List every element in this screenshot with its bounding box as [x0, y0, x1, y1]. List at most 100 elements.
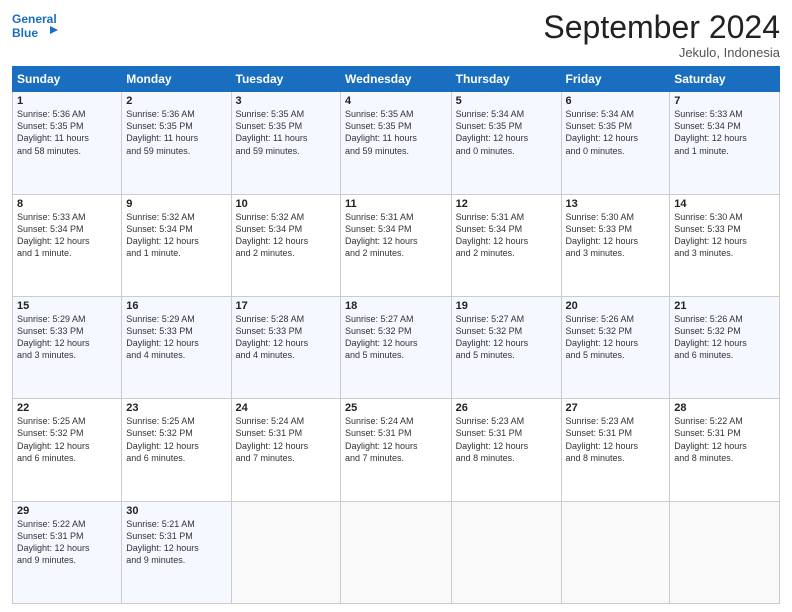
day-info: Sunrise: 5:36 AM Sunset: 5:35 PM Dayligh…	[126, 108, 226, 157]
day-info: Sunrise: 5:31 AM Sunset: 5:34 PM Dayligh…	[345, 211, 447, 260]
day-cell: 3Sunrise: 5:35 AM Sunset: 5:35 PM Daylig…	[231, 92, 340, 194]
day-info: Sunrise: 5:23 AM Sunset: 5:31 PM Dayligh…	[456, 415, 557, 464]
day-cell: 17Sunrise: 5:28 AM Sunset: 5:33 PM Dayli…	[231, 296, 340, 398]
day-cell: 9Sunrise: 5:32 AM Sunset: 5:34 PM Daylig…	[122, 194, 231, 296]
day-cell: 7Sunrise: 5:33 AM Sunset: 5:34 PM Daylig…	[670, 92, 780, 194]
week-row-4: 22 Sunrise: 5:25 AM Sunset: 5:32 PM Dayli…	[13, 399, 780, 501]
calendar-table: SundayMondayTuesdayWednesdayThursdayFrid…	[12, 66, 780, 604]
day-number: 15	[17, 300, 117, 312]
svg-text:Blue: Blue	[12, 26, 38, 40]
day-number: 20	[566, 300, 666, 312]
day-info: Sunrise: 5:26 AM Sunset: 5:32 PM Dayligh…	[566, 313, 666, 362]
day-info: Sunrise: 5:24 AM Sunset: 5:31 PM Dayligh…	[345, 415, 447, 464]
day-cell: 18Sunrise: 5:27 AM Sunset: 5:32 PM Dayli…	[341, 296, 452, 398]
location: Jekulo, Indonesia	[543, 45, 780, 60]
day-info: Sunrise: 5:22 AM Sunset: 5:31 PM Dayligh…	[17, 518, 117, 567]
day-cell: 16Sunrise: 5:29 AM Sunset: 5:33 PM Dayli…	[122, 296, 231, 398]
day-number: 30	[126, 505, 226, 517]
day-number: 22	[17, 402, 117, 414]
day-cell	[670, 501, 780, 603]
day-info: Sunrise: 5:31 AM Sunset: 5:34 PM Dayligh…	[456, 211, 557, 260]
day-cell: 1Sunrise: 5:36 AM Sunset: 5:35 PM Daylig…	[13, 92, 122, 194]
weekday-header-row: SundayMondayTuesdayWednesdayThursdayFrid…	[13, 67, 780, 92]
day-cell: 21Sunrise: 5:26 AM Sunset: 5:32 PM Dayli…	[670, 296, 780, 398]
day-number: 10	[236, 198, 336, 210]
month-title: September 2024	[543, 10, 780, 45]
day-info: Sunrise: 5:33 AM Sunset: 5:34 PM Dayligh…	[17, 211, 117, 260]
day-number: 29	[17, 505, 117, 517]
day-cell: 22Sunrise: 5:25 AM Sunset: 5:32 PM Dayli…	[13, 399, 122, 501]
day-cell: 13Sunrise: 5:30 AM Sunset: 5:33 PM Dayli…	[561, 194, 670, 296]
day-cell: 25Sunrise: 5:24 AM Sunset: 5:31 PM Dayli…	[341, 399, 452, 501]
day-info: Sunrise: 5:34 AM Sunset: 5:35 PM Dayligh…	[566, 108, 666, 157]
day-cell	[341, 501, 452, 603]
day-cell	[231, 501, 340, 603]
header: General Blue September 2024 Jekulo, Indo…	[12, 10, 780, 60]
day-cell: 10Sunrise: 5:32 AM Sunset: 5:34 PM Dayli…	[231, 194, 340, 296]
day-number: 13	[566, 198, 666, 210]
day-number: 1	[17, 95, 117, 107]
week-row-5: 29Sunrise: 5:22 AM Sunset: 5:31 PM Dayli…	[13, 501, 780, 603]
weekday-monday: Monday	[122, 67, 231, 92]
day-number: 14	[674, 198, 775, 210]
week-row-3: 15Sunrise: 5:29 AM Sunset: 5:33 PM Dayli…	[13, 296, 780, 398]
day-cell: 28Sunrise: 5:22 AM Sunset: 5:31 PM Dayli…	[670, 399, 780, 501]
day-info: Sunrise: 5:26 AM Sunset: 5:32 PM Dayligh…	[674, 313, 775, 362]
day-info: Sunrise: 5:35 AM Sunset: 5:35 PM Dayligh…	[236, 108, 336, 157]
weekday-sunday: Sunday	[13, 67, 122, 92]
day-number: 4	[345, 95, 447, 107]
day-cell: 27Sunrise: 5:23 AM Sunset: 5:31 PM Dayli…	[561, 399, 670, 501]
day-info: Sunrise: 5:29 AM Sunset: 5:33 PM Dayligh…	[126, 313, 226, 362]
title-block: September 2024 Jekulo, Indonesia	[543, 10, 780, 60]
page: General Blue September 2024 Jekulo, Indo…	[0, 0, 792, 612]
day-number: 18	[345, 300, 447, 312]
day-info: Sunrise: 5:33 AM Sunset: 5:34 PM Dayligh…	[674, 108, 775, 157]
day-cell: 2Sunrise: 5:36 AM Sunset: 5:35 PM Daylig…	[122, 92, 231, 194]
day-number: 5	[456, 95, 557, 107]
day-info: Sunrise: 5:27 AM Sunset: 5:32 PM Dayligh…	[456, 313, 557, 362]
day-number: 9	[126, 198, 226, 210]
day-cell: 19Sunrise: 5:27 AM Sunset: 5:32 PM Dayli…	[451, 296, 561, 398]
day-cell: 6Sunrise: 5:34 AM Sunset: 5:35 PM Daylig…	[561, 92, 670, 194]
day-info: Sunrise: 5:24 AM Sunset: 5:31 PM Dayligh…	[236, 415, 336, 464]
day-info: Sunrise: 5:30 AM Sunset: 5:33 PM Dayligh…	[674, 211, 775, 260]
day-info: Sunrise: 5:27 AM Sunset: 5:32 PM Dayligh…	[345, 313, 447, 362]
day-info: Sunrise: 5:25 AM Sunset: 5:32 PM Dayligh…	[126, 415, 226, 464]
day-number: 11	[345, 198, 447, 210]
day-number: 23	[126, 402, 226, 414]
weekday-tuesday: Tuesday	[231, 67, 340, 92]
day-number: 6	[566, 95, 666, 107]
day-cell: 5Sunrise: 5:34 AM Sunset: 5:35 PM Daylig…	[451, 92, 561, 194]
day-cell: 14Sunrise: 5:30 AM Sunset: 5:33 PM Dayli…	[670, 194, 780, 296]
day-cell: 24Sunrise: 5:24 AM Sunset: 5:31 PM Dayli…	[231, 399, 340, 501]
day-number: 26	[456, 402, 557, 414]
logo-svg: General Blue	[12, 10, 62, 48]
week-row-2: 8Sunrise: 5:33 AM Sunset: 5:34 PM Daylig…	[13, 194, 780, 296]
day-cell: 23Sunrise: 5:25 AM Sunset: 5:32 PM Dayli…	[122, 399, 231, 501]
day-number: 25	[345, 402, 447, 414]
day-info: Sunrise: 5:23 AM Sunset: 5:31 PM Dayligh…	[566, 415, 666, 464]
day-number: 28	[674, 402, 775, 414]
day-number: 21	[674, 300, 775, 312]
day-cell: 30Sunrise: 5:21 AM Sunset: 5:31 PM Dayli…	[122, 501, 231, 603]
day-number: 8	[17, 198, 117, 210]
day-number: 12	[456, 198, 557, 210]
day-number: 17	[236, 300, 336, 312]
day-info: Sunrise: 5:29 AM Sunset: 5:33 PM Dayligh…	[17, 313, 117, 362]
day-number: 16	[126, 300, 226, 312]
weekday-thursday: Thursday	[451, 67, 561, 92]
day-cell	[451, 501, 561, 603]
day-number: 7	[674, 95, 775, 107]
day-info: Sunrise: 5:32 AM Sunset: 5:34 PM Dayligh…	[126, 211, 226, 260]
day-info: Sunrise: 5:32 AM Sunset: 5:34 PM Dayligh…	[236, 211, 336, 260]
day-cell: 12Sunrise: 5:31 AM Sunset: 5:34 PM Dayli…	[451, 194, 561, 296]
day-info: Sunrise: 5:36 AM Sunset: 5:35 PM Dayligh…	[17, 108, 117, 157]
day-cell: 8Sunrise: 5:33 AM Sunset: 5:34 PM Daylig…	[13, 194, 122, 296]
day-cell: 26Sunrise: 5:23 AM Sunset: 5:31 PM Dayli…	[451, 399, 561, 501]
svg-text:General: General	[12, 12, 57, 26]
logo: General Blue	[12, 10, 62, 48]
day-info: Sunrise: 5:28 AM Sunset: 5:33 PM Dayligh…	[236, 313, 336, 362]
day-number: 19	[456, 300, 557, 312]
weekday-wednesday: Wednesday	[341, 67, 452, 92]
day-info: Sunrise: 5:34 AM Sunset: 5:35 PM Dayligh…	[456, 108, 557, 157]
